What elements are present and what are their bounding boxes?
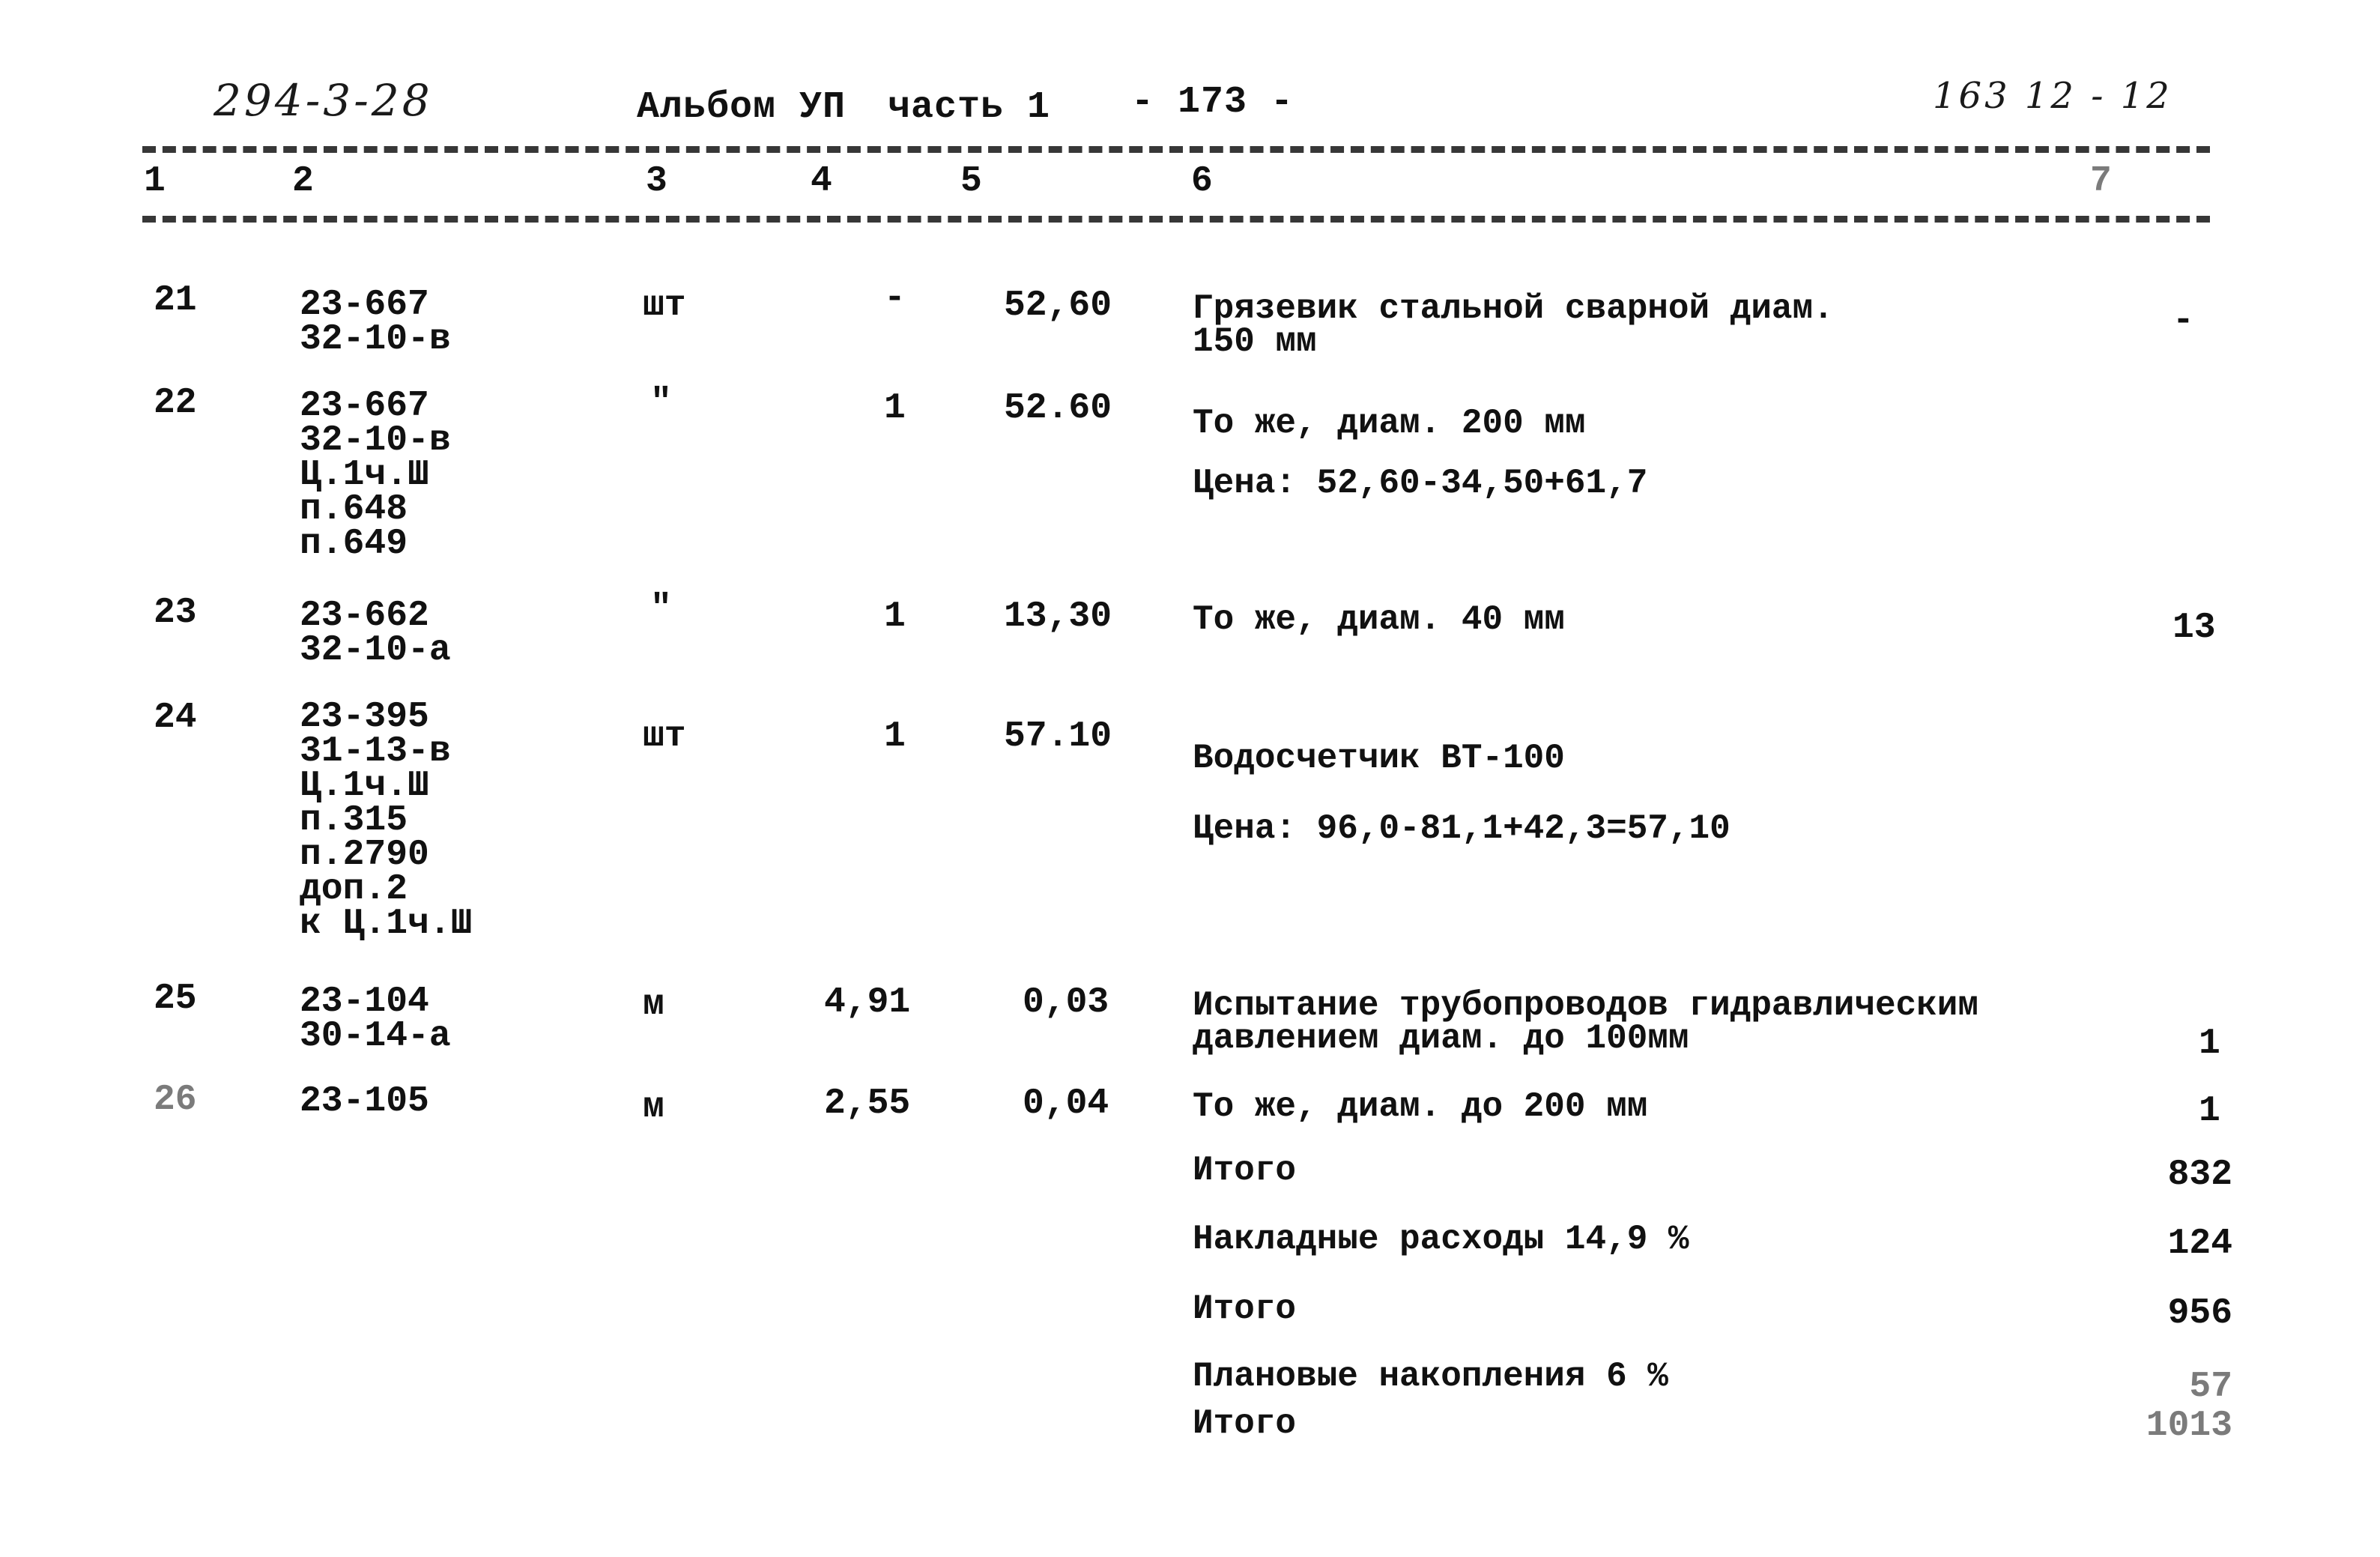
row-total: 13 xyxy=(2172,608,2216,648)
column-header-1: 1 xyxy=(144,161,166,202)
reference: 31-13-в xyxy=(300,731,451,772)
reference-list: 23-667 32-10-в Ц.1ч.Ш п.648 п.649 xyxy=(300,386,451,564)
quantity: 1 xyxy=(884,596,906,637)
column-header-7: 7 xyxy=(2090,161,2112,202)
unit: м xyxy=(643,1087,664,1128)
reference: п.649 xyxy=(300,524,408,564)
row-number: 24 xyxy=(154,698,197,738)
summary-label: Итого xyxy=(1193,1290,1297,1328)
row-number: 21 xyxy=(154,280,197,321)
description-line: То же, диам. до 200 мм xyxy=(1193,1087,1648,1126)
column-header-5: 5 xyxy=(960,161,982,202)
summary-label: Накладные расходы 14,9 % xyxy=(1193,1220,1689,1259)
price-formula: Цена: 52,60-34,50+61,7 xyxy=(1193,464,1648,503)
column-header-3: 3 xyxy=(646,161,667,202)
summary-value: 956 xyxy=(2167,1293,2232,1334)
summary-label: Итого xyxy=(1193,1404,1297,1443)
header-divider-top xyxy=(142,146,2210,153)
unit-price: 13,30 xyxy=(1004,596,1112,637)
reference: 23-662 xyxy=(300,596,429,636)
reference-list: 23-104 30-14-а xyxy=(300,982,451,1056)
summary-value: 832 xyxy=(2167,1155,2232,1195)
reference: 23-105 xyxy=(300,1081,429,1122)
summary-label: Плановые накопления 6 % xyxy=(1193,1357,1668,1396)
description: Испытание трубопроводов гидравлическим д… xyxy=(1193,986,1978,1058)
reference: 23-104 xyxy=(300,982,429,1022)
unit: шт xyxy=(643,285,686,326)
row-number: 22 xyxy=(154,383,197,423)
reference-list: 23-395 31-13-в Ц.1ч.Ш п.315 п.2790 доп.2… xyxy=(300,697,473,944)
description: То же, диам. 40 мм xyxy=(1193,600,1565,639)
header-divider-bottom xyxy=(142,216,2210,223)
row-number: 25 xyxy=(154,979,197,1019)
unit-price: 52,60 xyxy=(1004,285,1112,326)
unit-price: 0,03 xyxy=(1023,982,1109,1023)
row-total: 1 xyxy=(2199,1091,2220,1131)
reference: 32-10-а xyxy=(300,630,451,671)
unit: " xyxy=(650,383,672,423)
description-line: давлением диам. до 100мм xyxy=(1193,1019,1689,1058)
row-total: - xyxy=(2172,300,2194,341)
column-header-4: 4 xyxy=(811,161,832,202)
reference: 23-667 xyxy=(300,386,429,426)
page-number: - 173 - xyxy=(1131,81,1295,124)
unit: шт xyxy=(643,716,686,757)
row-number: 23 xyxy=(154,593,197,633)
price-formula: Цена: 96,0-81,1+42,3=57,10 xyxy=(1193,809,1731,848)
unit-price: 52.60 xyxy=(1004,388,1112,429)
reference: Ц.1ч.Ш xyxy=(300,455,429,495)
reference: 23-395 xyxy=(300,697,429,737)
reference: 32-10-в xyxy=(300,319,451,360)
unit-price: 0,04 xyxy=(1023,1083,1109,1124)
description: Грязевик стальной сварной диам. 150 мм xyxy=(1193,289,1834,361)
description-line: Грязевик стальной сварной диам. xyxy=(1193,289,1834,328)
quantity: - xyxy=(884,278,906,318)
summary-label: Итого xyxy=(1193,1151,1297,1190)
description-line: Водосчетчик ВТ-100 xyxy=(1193,739,1565,778)
quantity: 1 xyxy=(884,716,906,757)
description: То же, диам. до 200 мм xyxy=(1193,1087,1648,1126)
album-label: Альбом УП xyxy=(637,86,847,129)
reference: п.315 xyxy=(300,800,408,841)
reference: доп.2 xyxy=(300,869,408,910)
description-line: Испытание трубопроводов гидравлическим xyxy=(1193,986,1978,1025)
description: То же, диам. 200 мм Цена: 52,60-34,50+61… xyxy=(1193,393,1647,513)
row-total: 1 xyxy=(2199,1024,2220,1064)
reference-list: 23-662 32-10-а xyxy=(300,596,451,671)
archive-stamp: 163 12 - 12 xyxy=(1933,75,2172,117)
row-number: 26 xyxy=(154,1080,197,1120)
reference: 32-10-в xyxy=(300,420,451,461)
description-line: То же, диам. 200 мм xyxy=(1193,404,1586,443)
document-code: 294-3-28 xyxy=(214,75,433,126)
summary-value: 57 xyxy=(2189,1367,2232,1407)
reference: п.2790 xyxy=(300,835,429,875)
unit: м xyxy=(643,985,664,1025)
reference-list: 23-667 32-10-в xyxy=(300,285,451,360)
reference-list: 23-105 xyxy=(300,1081,429,1122)
quantity: 1 xyxy=(884,388,906,429)
unit: " xyxy=(650,589,672,629)
summary-value: 124 xyxy=(2167,1224,2232,1264)
column-header-2: 2 xyxy=(292,161,314,202)
description-line: То же, диам. 40 мм xyxy=(1193,600,1565,639)
summary-value: 1013 xyxy=(2146,1406,2232,1446)
description: Водосчетчик ВТ-100 Цена: 96,0-81,1+42,3=… xyxy=(1193,723,1731,864)
reference: 23-667 xyxy=(300,285,429,325)
reference: Ц.1ч.Ш xyxy=(300,766,429,806)
reference: п.648 xyxy=(300,489,408,530)
unit-price: 57.10 xyxy=(1004,716,1112,757)
reference: 30-14-а xyxy=(300,1016,451,1056)
quantity: 2,55 xyxy=(824,1083,911,1124)
description-line: 150 мм xyxy=(1193,322,1317,361)
column-header-6: 6 xyxy=(1191,161,1213,202)
quantity: 4,91 xyxy=(824,982,911,1023)
part-label: часть 1 xyxy=(888,86,1051,129)
reference: к Ц.1ч.Ш xyxy=(300,904,473,944)
